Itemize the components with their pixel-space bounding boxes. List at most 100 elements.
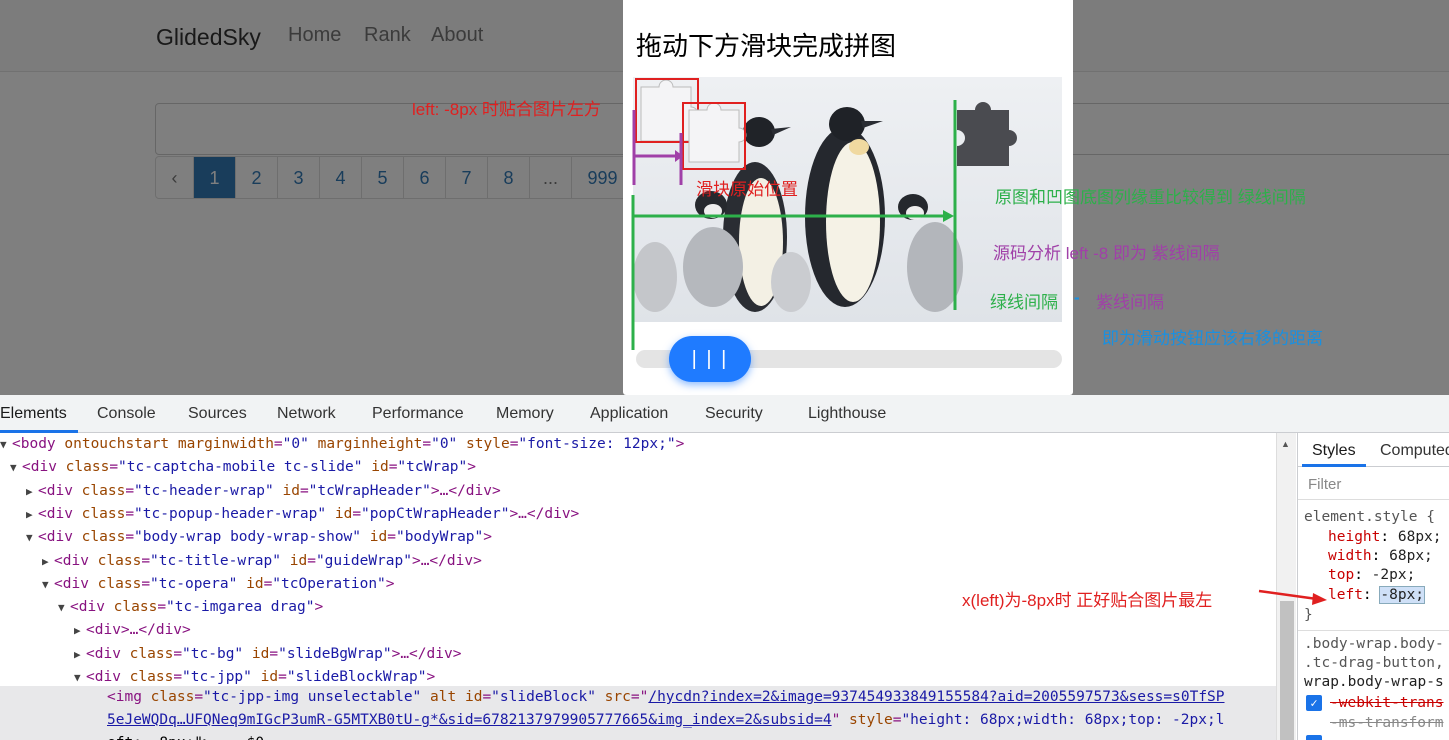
annotation-green-desc: 原图和凹图底图列缘重比较得到 绿线间隔 [995,188,1306,207]
tab-computed[interactable]: Computed [1380,442,1449,460]
attr-name: class [81,505,126,522]
attr-name: class [97,552,142,569]
annotation-purple-desc: 源码分析 left -8 即为 紫线间隔 [993,244,1220,263]
tag-close: >…</div> [509,505,580,522]
attr-class-value: "tc-jpp-img unselectable" [203,689,422,705]
tab-performance[interactable]: Performance [372,405,464,423]
dom-node-line[interactable]: ▼ <div class="tc-opera" id="tcOperation"> [42,573,395,596]
src-link-part1[interactable]: /hycdn?index=2&image=937454933849155584?… [648,689,1224,705]
annotation-purple-label: 紫线间隔 [1096,293,1164,312]
attr-name: class [129,645,174,662]
red-arrow-icon [1258,589,1327,605]
slider-handle[interactable]: | | | [669,336,751,382]
expand-down-icon[interactable]: ▼ [74,666,86,689]
tab-sources[interactable]: Sources [188,405,247,423]
tab-network[interactable]: Network [277,405,336,423]
style-prop-top[interactable]: top: -2px; [1328,567,1415,583]
attr-value: "guideWrap" [315,552,412,569]
dom-node-line[interactable]: ▼ <div class="tc-captcha-mobile tc-slide"… [10,456,476,479]
tab-styles[interactable]: Styles [1312,442,1356,460]
attr-style: style [849,712,893,728]
tag-open: <div [38,529,82,546]
expand-down-icon[interactable]: ▼ [10,456,22,479]
tab-lighthouse[interactable]: Lighthouse [808,405,886,423]
tab-elements[interactable]: Elements [0,405,67,423]
tag-open: <body [12,436,65,452]
checkbox-icon[interactable]: ✓ [1306,695,1322,711]
dom-node-img-line2[interactable]: 5eJeWQDq…UFQNeq9mIGcP3umR-G5MTXB0tU-g*&s… [107,709,1224,732]
expand-right-icon[interactable]: ▶ [74,643,86,666]
annotation-result: 即为滑动按钮应该右移的距离 [1102,329,1323,348]
tag-close: > [675,436,685,452]
style-prop-height[interactable]: height: 68px; [1328,529,1442,545]
attr-eq: = [263,575,273,592]
style-prop-left[interactable]: left: -8px; [1328,586,1426,604]
attr-value: "body-wrap body-wrap-show" [134,529,362,546]
attr-name: class [97,575,142,592]
attr-value: "tc-header-wrap" [134,482,274,499]
attr-eq: = [173,669,183,685]
dom-node-img-line3: eft: -8px;"> == $0 [107,732,264,740]
dom-node-line[interactable]: ▼ <div class="tc-imgarea drag"> [58,596,323,619]
dom-node-line[interactable]: ▼ <div class="body-wrap body-wrap-show" i… [26,526,492,549]
attr-name: id [251,645,270,662]
attr-eq: = [307,552,316,569]
green-interval-markers [631,100,957,350]
attr-name: style [466,436,510,452]
attr-value: "slideBlockWrap" [286,669,427,685]
expand-right-icon[interactable]: ▶ [74,619,86,642]
tab-application[interactable]: Application [590,405,668,423]
attr-eq: = [125,482,135,499]
src-link-part2[interactable]: 5eJeWQDq…UFQNeq9mIGcP3umR-G5MTXB0tU-g*&s… [107,712,832,728]
tag-open: <div [54,575,98,592]
rule-selector-2: .tc-drag-button, [1304,655,1444,671]
expand-right-icon[interactable]: ▶ [42,550,54,573]
expand-down-icon[interactable]: ▼ [26,526,38,549]
tab-memory[interactable]: Memory [496,405,554,423]
expand-right-icon[interactable]: ▶ [26,503,38,526]
tag-close: …</div> [129,622,191,639]
struck-prop-1[interactable]: -webkit-trans [1330,695,1444,711]
dom-node-line[interactable]: ▼ <body ontouchstart marginwidth="0" marg… [0,433,684,456]
devtools-tabbar: Elements Console Sources Network Perform… [0,395,1449,433]
dom-node-line[interactable]: ▶ <div class="tc-header-wrap" id="tcWrapH… [26,480,501,503]
attr-eq: = [125,529,135,546]
attr-eq: = [352,505,362,522]
dom-node-line[interactable]: ▶ <div>…</div> [74,619,191,642]
struck-prop-2[interactable]: -ms-transform [1330,715,1444,731]
attr-name: id [371,459,389,476]
attr-value: "tc-opera" [150,575,238,592]
attr-value: "tc-imgarea drag" [166,599,315,616]
style-prop-width[interactable]: width: 68px; [1328,548,1433,564]
scrollbar-thumb[interactable] [1280,601,1294,740]
attr-eq: = [273,436,283,452]
scroll-up-icon[interactable]: ▲ [1281,439,1290,449]
expand-down-icon[interactable]: ▼ [0,433,12,456]
attr-eq: = [173,645,183,662]
styles-filter[interactable]: Filter [1298,468,1449,500]
tag-open: <div [86,669,130,685]
attr-name: class [113,599,158,616]
attr-value: "tc-jpp" [182,669,252,685]
dom-node-img-line1[interactable]: <img class="tc-jpp-img unselectable" alt… [107,686,1225,709]
dom-node-line[interactable]: ▼ <div class="tc-jpp" id="slideBlockWrap"… [74,666,435,689]
attr-value: "tcWrapHeader" [308,482,431,499]
attr-value: "tc-popup-header-wrap" [134,505,327,522]
screenshot-root: GlidedSky Home Rank About ‹ 1 2 3 4 5 6 … [0,0,1449,740]
dom-node-line[interactable]: ▶ <div class="tc-popup-header-wrap" id="p… [26,503,579,526]
element-style-selector: element.style { [1304,509,1435,525]
dom-node-line[interactable]: ▶ <div class="tc-title-wrap" id="guideWra… [42,550,482,573]
attr-value: "tcOperation" [272,575,386,592]
tab-security[interactable]: Security [705,405,763,423]
dom-node-line[interactable]: ▶ <div class="tc-bg" id="slideBgWrap">…</… [74,643,461,666]
attr-name: id [369,529,388,546]
expand-down-icon[interactable]: ▼ [58,596,70,619]
expand-down-icon[interactable]: ▼ [42,573,54,596]
checkbox-icon-2[interactable] [1306,735,1322,740]
attr-value: "0" [431,436,458,452]
attr-name: class [81,482,126,499]
expand-right-icon[interactable]: ▶ [26,480,38,503]
annotation-original-pos: 滑块原始位置 [696,180,798,199]
tab-console[interactable]: Console [97,405,156,423]
tag-close: > [467,459,476,476]
